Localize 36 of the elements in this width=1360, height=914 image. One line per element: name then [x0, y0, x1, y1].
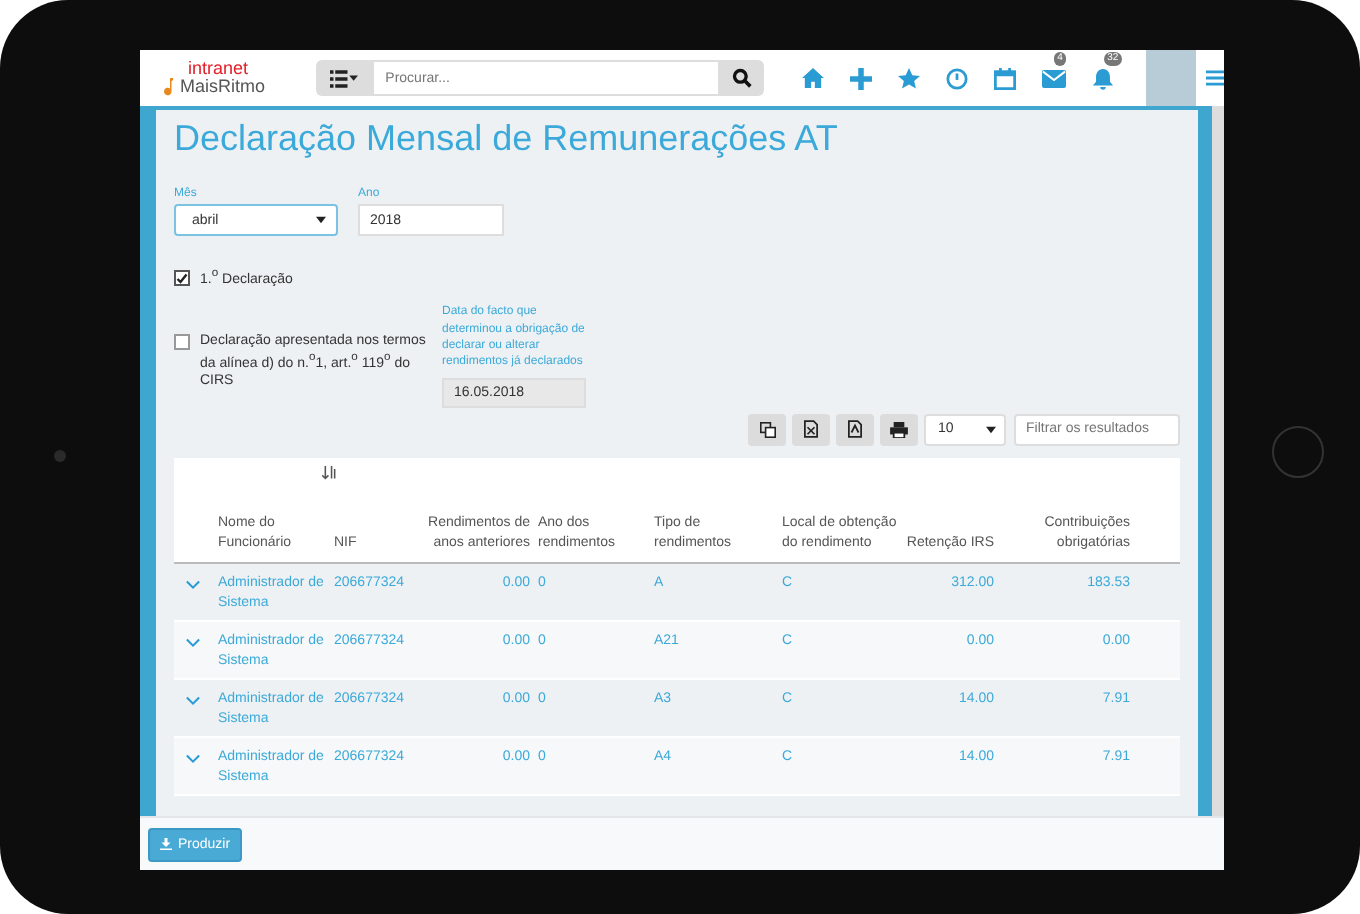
scrollbar[interactable]	[1212, 106, 1224, 816]
camera-icon	[54, 450, 66, 462]
music-note-icon	[164, 78, 176, 96]
plus-icon[interactable]	[849, 67, 872, 89]
page-title: Declaração Mensal de Remunerações AT	[174, 118, 840, 160]
print-icon	[890, 421, 908, 438]
calendar-icon[interactable]	[993, 67, 1016, 89]
logo-text: intranet	[188, 60, 251, 78]
download-icon	[160, 838, 172, 850]
chevron-down-icon[interactable]	[186, 753, 200, 764]
list-icon	[329, 69, 358, 87]
envelope-icon[interactable]	[1041, 69, 1066, 87]
checkbox[interactable]	[174, 270, 190, 286]
pdf-button[interactable]	[836, 413, 874, 446]
chevron-down-icon[interactable]	[186, 637, 200, 648]
search-icon	[731, 68, 752, 88]
document-file-icon	[848, 420, 862, 439]
caret-icon	[316, 216, 326, 224]
chevron-down-icon[interactable]	[186, 579, 200, 590]
search-button[interactable]	[719, 60, 764, 96]
sort-icon[interactable]	[322, 465, 338, 480]
menu-icon[interactable]	[1205, 68, 1224, 88]
bell-icon[interactable]	[1091, 67, 1114, 89]
list-dropdown-button[interactable]	[315, 60, 372, 96]
print-button[interactable]	[880, 413, 918, 446]
copy-icon	[759, 421, 775, 438]
home-icon[interactable]	[801, 68, 824, 88]
spreadsheet-file-icon	[804, 420, 818, 439]
checkbox[interactable]	[174, 334, 190, 351]
caret-icon	[986, 425, 996, 434]
logo-text: MaisRitmo	[180, 78, 266, 96]
excel-button[interactable]	[792, 413, 830, 446]
copy-button[interactable]	[748, 413, 786, 446]
clock-icon[interactable]	[945, 67, 968, 89]
chevron-down-icon[interactable]	[186, 695, 200, 706]
star-icon[interactable]	[897, 67, 920, 89]
